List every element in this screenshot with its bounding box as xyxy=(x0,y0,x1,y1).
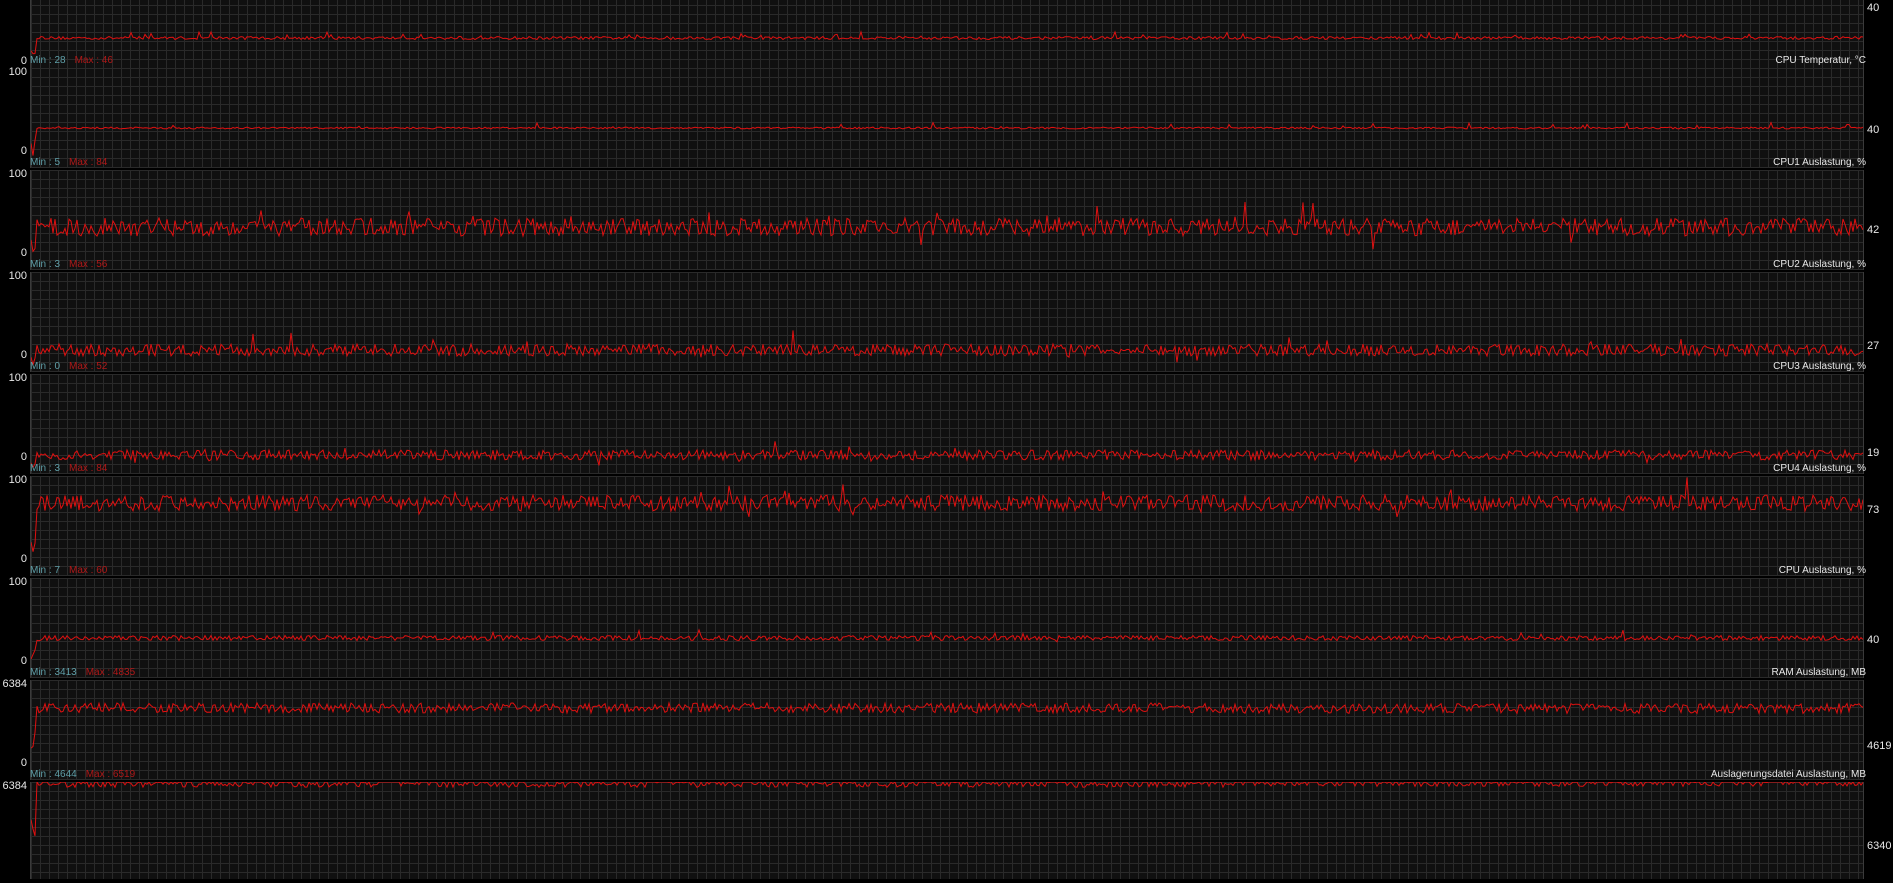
min-max-readout: Min : 3413 Max : 4835 xyxy=(30,667,135,678)
graph-title: CPU1 Auslastung, % xyxy=(1773,157,1866,168)
graph-plot-area xyxy=(30,680,1864,780)
graph-trace-line xyxy=(31,441,1863,469)
current-value: 42 xyxy=(1867,224,1880,236)
graph-title: Auslagerungsdatei Auslastung, MB xyxy=(1710,769,1866,780)
current-value: 27 xyxy=(1867,340,1880,352)
y-axis-max-label: 6384 xyxy=(2,780,27,792)
current-value: 40 xyxy=(1867,634,1880,646)
graph-plot-area xyxy=(30,272,1864,372)
min-max-readout: Min : 4644 Max : 6519 xyxy=(30,769,135,780)
min-max-readout: Min : 3 Max : 56 xyxy=(30,259,107,270)
graph-plot-area xyxy=(30,170,1864,270)
y-axis-max-label: 100 xyxy=(8,372,27,384)
graph-panel: Min : 0 Max : 52 CPU3 Auslastung, % 100 0… xyxy=(0,361,1893,475)
y-axis-min-label: 0 xyxy=(20,145,27,157)
y-axis-max-label: 100 xyxy=(8,576,27,588)
max-value-label: Max : 84 xyxy=(69,463,108,474)
min-value-label: Min : 3413 xyxy=(30,667,77,678)
min-max-readout: Min : 3 Max : 84 xyxy=(30,463,107,474)
graph-panel: Min : 4644 Max : 6519 Auslagerungsdatei A… xyxy=(0,769,1893,883)
current-value: 73 xyxy=(1867,504,1880,516)
current-value: 4619 xyxy=(1867,740,1892,752)
graph-plot-area xyxy=(30,578,1864,678)
y-axis-min-label: 0 xyxy=(20,553,27,565)
current-value: 40 xyxy=(1867,2,1880,14)
current-value: 6340 xyxy=(1867,840,1892,852)
min-max-readout: Min : 0 Max : 52 xyxy=(30,361,107,372)
max-value-label: Max : 52 xyxy=(69,361,108,372)
y-axis-min-label: 0 xyxy=(20,757,27,769)
graph-plot-area xyxy=(30,0,1864,78)
min-value-label: Min : 28 xyxy=(30,55,66,66)
max-value-label: Max : 84 xyxy=(69,157,108,168)
graph-trace-line xyxy=(31,782,1863,837)
y-axis-max-label: 6384 xyxy=(2,678,27,690)
graph-trace-line xyxy=(31,628,1863,660)
min-value-label: Min : 3 xyxy=(30,463,61,474)
graph-panel: Min : 28 Max : 46 CPU Temperatur, °C 100 … xyxy=(0,55,1893,169)
graph-panel: Min : 3 Max : 84 CPU4 Auslastung, % 100 0… xyxy=(0,463,1893,577)
graph-panel: Min : 3 Max : 56 CPU2 Auslastung, % 100 0… xyxy=(0,259,1893,373)
graph-title: CPU4 Auslastung, % xyxy=(1773,463,1866,474)
max-value-label: Max : 46 xyxy=(74,55,113,66)
min-max-readout: Min : 7 Max : 60 xyxy=(30,565,107,576)
graph-trace-line xyxy=(31,477,1863,552)
y-axis-max-label: 100 xyxy=(8,66,27,78)
y-axis-min-label: 0 xyxy=(20,451,27,463)
graph-trace-line xyxy=(31,30,1863,55)
current-value: 40 xyxy=(1867,124,1880,136)
y-axis-min-label: 0 xyxy=(20,349,27,361)
min-max-readout: Min : 5 Max : 84 xyxy=(30,157,107,168)
min-value-label: Min : 7 xyxy=(30,565,61,576)
graph-trace-line xyxy=(31,121,1863,156)
hardware-monitor: 0 40 Min : 28 Max : 46 CPU Temperatur, °C… xyxy=(0,0,1893,879)
min-value-label: Min : 3 xyxy=(30,259,61,270)
min-value-label: Min : 4644 xyxy=(30,769,77,780)
graph-plot-area xyxy=(30,374,1864,474)
graph-title: CPU Temperatur, °C xyxy=(1775,55,1866,66)
y-axis-min-label: 0 xyxy=(20,247,27,259)
graph-plot-area xyxy=(30,782,1864,879)
y-axis-max-label: 100 xyxy=(8,474,27,486)
graph-trace-line xyxy=(31,330,1863,367)
y-axis-max-label: 100 xyxy=(8,270,27,282)
graph-title: CPU2 Auslastung, % xyxy=(1773,259,1866,270)
graph-plot-area xyxy=(30,68,1864,168)
max-value-label: Max : 4835 xyxy=(85,667,136,678)
graph-plot-area xyxy=(30,476,1864,576)
min-value-label: Min : 0 xyxy=(30,361,61,372)
current-value: 19 xyxy=(1867,447,1880,459)
y-axis-min-label: 0 xyxy=(20,655,27,667)
graph-title: CPU Auslastung, % xyxy=(1778,565,1866,576)
max-value-label: Max : 56 xyxy=(69,259,108,270)
min-value-label: Min : 5 xyxy=(30,157,61,168)
graph-panel: Min : 5 Max : 84 CPU1 Auslastung, % 100 0… xyxy=(0,157,1893,271)
graph-title: CPU3 Auslastung, % xyxy=(1773,361,1866,372)
max-value-label: Max : 60 xyxy=(69,565,108,576)
y-axis-max-label: 100 xyxy=(8,168,27,180)
graph-panel: Min : 3413 Max : 4835 RAM Auslastung, MB … xyxy=(0,667,1893,781)
graph-title: RAM Auslastung, MB xyxy=(1771,667,1866,678)
graph-trace-line xyxy=(31,701,1863,749)
max-value-label: Max : 6519 xyxy=(85,769,136,780)
graph-trace-line xyxy=(31,202,1863,253)
min-max-readout: Min : 28 Max : 46 xyxy=(30,55,113,66)
graph-panel: Min : 7 Max : 60 CPU Auslastung, % 100 0 … xyxy=(0,565,1893,679)
